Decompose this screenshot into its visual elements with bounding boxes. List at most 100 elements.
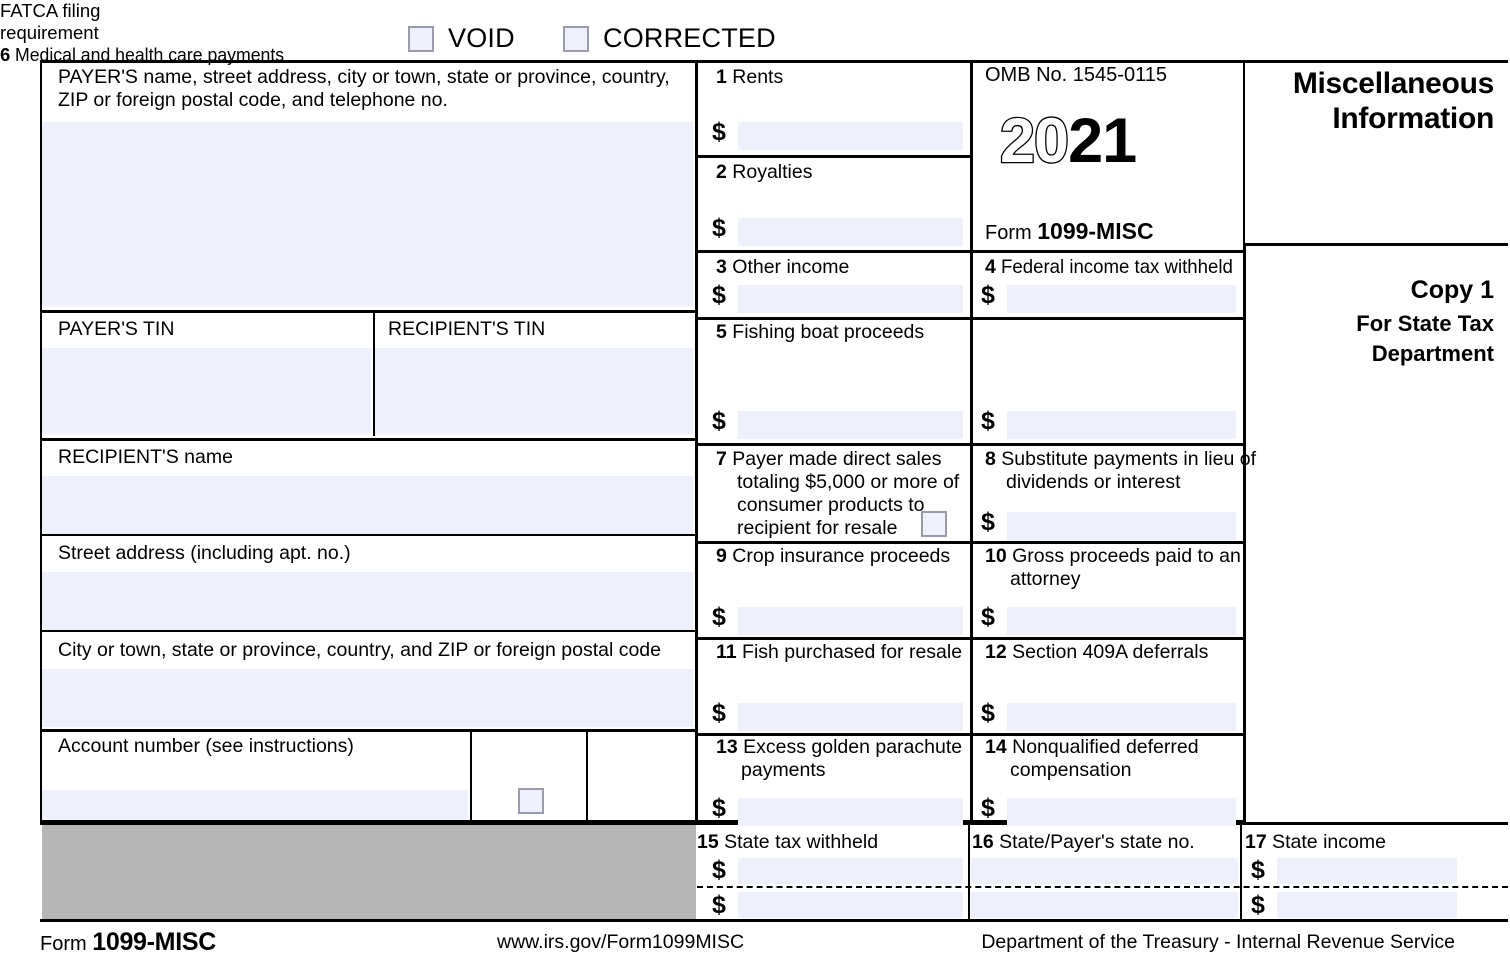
box10-number: 10	[985, 545, 1007, 567]
box14-input[interactable]	[1007, 798, 1236, 826]
box2-input[interactable]	[738, 218, 963, 246]
recipient-name-input[interactable]	[42, 476, 693, 534]
box3-input[interactable]	[738, 285, 963, 313]
box9-input[interactable]	[738, 607, 963, 635]
box12-input[interactable]	[1007, 703, 1236, 731]
payer-tin-caption: PAYER'S TIN	[58, 318, 175, 340]
payer-caption: PAYER'S name, street address, city or to…	[58, 66, 670, 111]
boxes-inner-divider	[970, 60, 973, 822]
box7-checkbox[interactable]	[921, 511, 947, 537]
box5-caption: 5 Fishing boat proceeds	[716, 321, 924, 344]
box17-label: State income	[1272, 831, 1386, 853]
box10-label-line1: Gross proceeds paid to an	[1012, 545, 1241, 567]
box14-caption: 14 Nonqualified deferred compensation	[985, 736, 1199, 782]
box3-caption: 3 Other income	[716, 256, 849, 279]
box8-label-line2: dividends or interest	[1006, 471, 1181, 493]
recipient-name-row-rule	[40, 438, 697, 441]
box11-caption: 11 Fish purchased for resale	[716, 641, 962, 664]
box16-box17-divider	[1240, 825, 1242, 919]
box4-number: 4	[985, 256, 996, 278]
form-1099-misc: VOID CORRECTED PAYER'S name, street addr…	[0, 0, 1510, 978]
void-checkbox-group[interactable]: VOID	[408, 25, 515, 52]
box17-row2-input[interactable]	[1277, 892, 1457, 918]
box2-caption: 2 Royalties	[716, 161, 812, 184]
box15-row2-input[interactable]	[738, 892, 963, 918]
account-number-input[interactable]	[42, 790, 468, 820]
box5-label: Fishing boat proceeds	[732, 321, 925, 343]
box6-input[interactable]	[1007, 411, 1236, 439]
box11-number: 11	[716, 641, 737, 663]
box9-dollar-sign: $	[712, 603, 726, 631]
recipient-tin-input[interactable]	[375, 348, 693, 434]
box15-caption: 15 State tax withheld	[697, 831, 878, 854]
box8-number: 8	[985, 448, 996, 470]
box16-caption: 16 State/Payer's state no.	[972, 831, 1195, 854]
left-boxes-divider	[695, 60, 698, 822]
corrected-checkbox[interactable]	[563, 25, 589, 52]
box1-number: 1	[716, 66, 727, 88]
box6-label: Medical and health care payments	[15, 44, 285, 65]
box15-number: 15	[697, 831, 719, 853]
box4-input[interactable]	[1007, 285, 1236, 313]
box15-row2-dollar-sign: $	[712, 891, 726, 919]
box4-caption: 4 Federal income tax withheld	[985, 256, 1244, 279]
box13-caption: 13 Excess golden parachute payments	[716, 736, 962, 782]
box8-input[interactable]	[1007, 512, 1236, 540]
box11-input[interactable]	[738, 703, 963, 731]
footer-url[interactable]: www.irs.gov/Form1099MISC	[497, 931, 744, 954]
corrected-checkbox-group[interactable]: CORRECTED	[563, 25, 776, 52]
box910-box1112-rule	[697, 637, 1243, 640]
box3-number: 3	[716, 256, 727, 278]
copy-designation: Copy 1 For State Tax Department	[1245, 275, 1508, 369]
box5-input[interactable]	[738, 411, 963, 439]
box1-caption: 1 Rents	[716, 66, 783, 89]
box9-number: 9	[716, 545, 727, 567]
tax-year-suffix: 21	[1068, 106, 1137, 176]
form-label-header: Form	[985, 222, 1032, 244]
payer-input[interactable]	[42, 122, 693, 306]
city-state-zip-input[interactable]	[42, 669, 693, 727]
box2-box3-rule	[697, 250, 1243, 253]
box15-box16-divider	[968, 825, 970, 919]
form-title-line1: Miscellaneous	[1292, 67, 1494, 100]
street-address-caption: Street address (including apt. no.)	[58, 542, 351, 564]
recipient-tin-caption: RECIPIENT'S TIN	[388, 318, 546, 340]
box14-dollar-sign: $	[981, 794, 995, 822]
box4-dollar-sign: $	[981, 281, 995, 309]
copy-line1: For State Tax	[1356, 311, 1494, 336]
payer-tin-input[interactable]	[42, 348, 371, 434]
box8-label-line1: Substitute payments in lieu of	[1001, 448, 1257, 470]
form-name-header: 1099-MISC	[1037, 218, 1154, 244]
box17-number: 17	[1245, 831, 1267, 853]
box3-dollar-sign: $	[712, 281, 726, 309]
box13-number: 13	[716, 736, 738, 758]
box1-input[interactable]	[738, 122, 963, 150]
recipient-name-caption: RECIPIENT'S name	[58, 446, 233, 468]
box16-row1-input[interactable]	[971, 858, 1238, 884]
box2-dollar-sign: $	[712, 214, 726, 242]
footer-agency: Department of the Treasury - Internal Re…	[981, 931, 1455, 953]
box13-input[interactable]	[738, 798, 963, 826]
form-title: Miscellaneous Information	[1245, 66, 1508, 136]
box11-label: Fish purchased for resale	[742, 641, 963, 663]
box15-row1-input[interactable]	[738, 858, 963, 884]
box6-dollar-sign: $	[981, 407, 995, 435]
box1-label: Rents	[732, 66, 784, 88]
box12-caption: 12 Section 409A deferrals	[985, 641, 1208, 664]
box10-dollar-sign: $	[981, 603, 995, 631]
street-address-row-rule	[40, 534, 697, 536]
box7-number: 7	[716, 448, 727, 470]
copy-section-divider	[1245, 243, 1508, 246]
box2-label: Royalties	[732, 161, 813, 183]
box17-row1-input[interactable]	[1277, 858, 1457, 884]
fatca-checkbox[interactable]	[518, 788, 544, 814]
box15-row1-dollar-sign: $	[712, 856, 726, 884]
void-checkbox[interactable]	[408, 25, 434, 52]
fatca-right-divider	[586, 731, 588, 822]
box16-number: 16	[972, 831, 994, 853]
street-address-input[interactable]	[42, 572, 693, 630]
form-footer: Form 1099-MISC www.irs.gov/Form1099MISC …	[0, 928, 1510, 968]
copy-line2: Department	[1371, 341, 1494, 366]
box10-input[interactable]	[1007, 607, 1236, 635]
box16-row2-input[interactable]	[971, 892, 1238, 918]
